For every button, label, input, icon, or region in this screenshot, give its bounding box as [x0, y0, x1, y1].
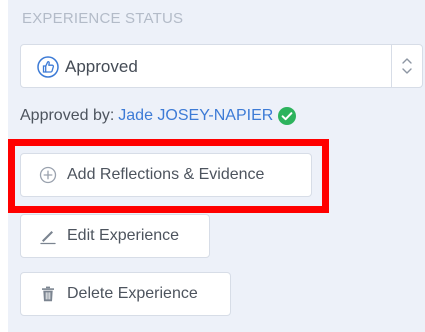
status-select[interactable]: Approved [20, 44, 423, 88]
add-reflections-button[interactable]: Add Reflections & Evidence [20, 153, 312, 197]
approver-link[interactable]: Jade JOSEY-NAPIER [118, 107, 273, 125]
edit-experience-button[interactable]: Edit Experience [20, 214, 210, 258]
experience-status-panel: EXPERIENCE STATUS Approved Approved by: … [8, 0, 425, 332]
delete-experience-label: Delete Experience [67, 285, 198, 302]
select-divider [391, 45, 392, 87]
trash-icon [42, 286, 54, 302]
thumbs-up-icon [37, 56, 59, 78]
status-value-label: Approved [65, 57, 138, 76]
add-reflections-label: Add Reflections & Evidence [67, 166, 265, 183]
approved-by-line: Approved by: Jade JOSEY-NAPIER [20, 106, 297, 126]
status-selected-value: Approved [37, 56, 138, 78]
check-circle-icon [278, 107, 297, 125]
chevron-up-down-icon[interactable] [398, 53, 416, 79]
pencil-icon [40, 231, 56, 245]
edit-experience-label: Edit Experience [67, 227, 180, 244]
section-title: EXPERIENCE STATUS [22, 10, 184, 27]
plus-circle-icon [39, 166, 57, 184]
delete-experience-button[interactable]: Delete Experience [20, 272, 231, 316]
approved-by-label: Approved by: [20, 107, 115, 124]
